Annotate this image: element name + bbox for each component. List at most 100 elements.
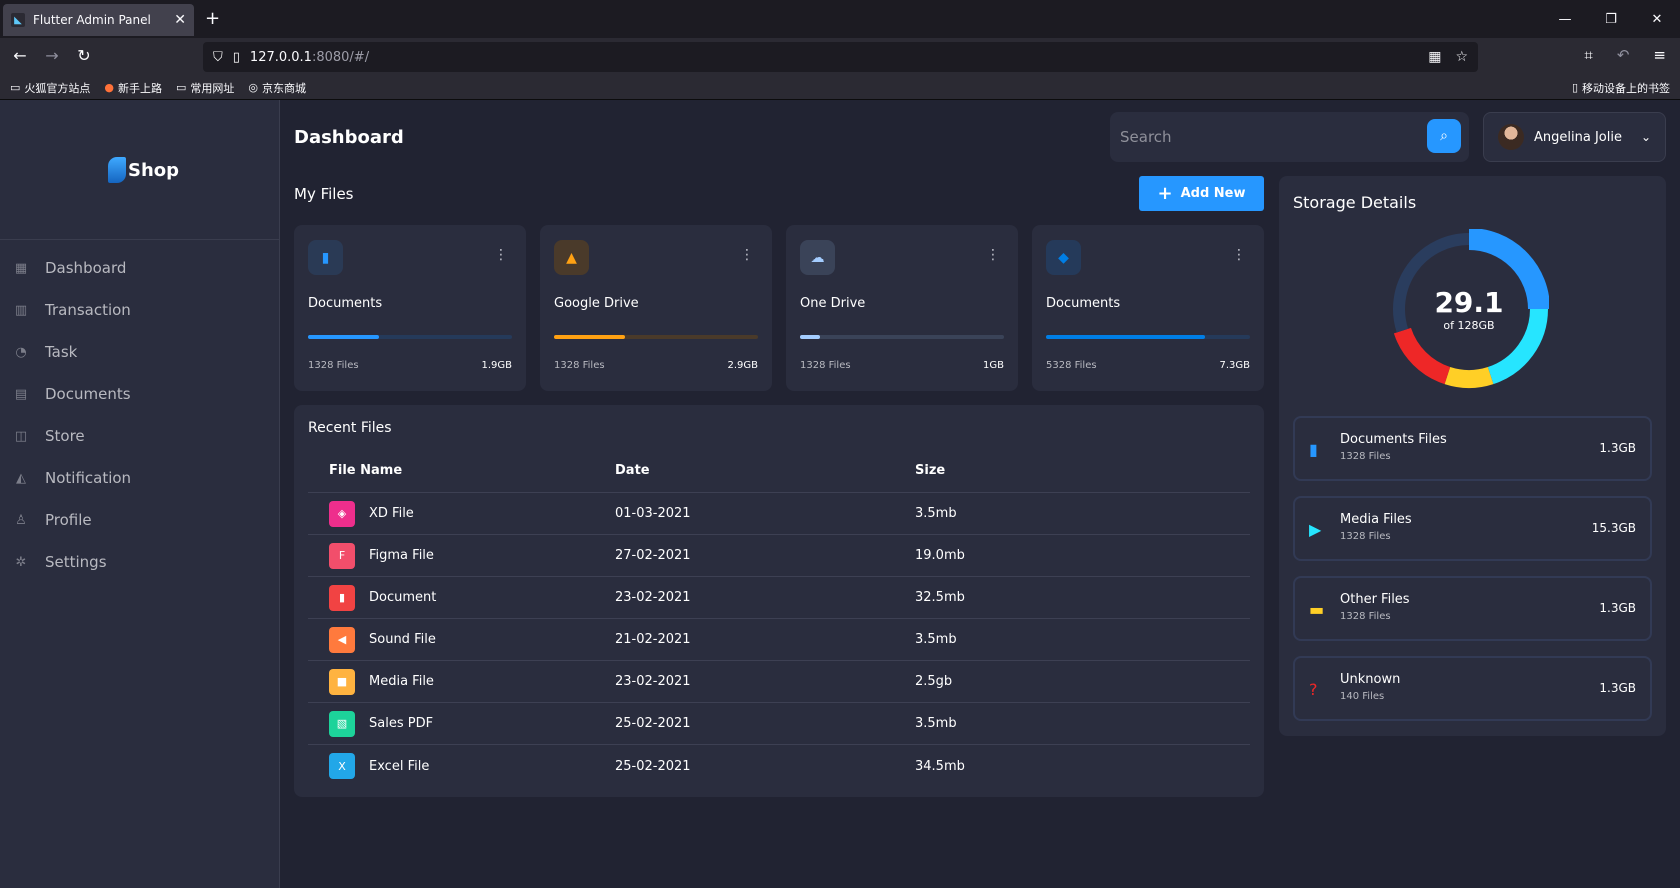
- sidebar-item-settings[interactable]: ✲ Settings: [0, 541, 280, 583]
- page-info-icon[interactable]: ▯: [233, 50, 240, 65]
- donut-center: 29.1 of 128GB: [1389, 286, 1549, 332]
- sidebar-item-dashboard[interactable]: ▦ Dashboard: [0, 247, 280, 289]
- storage-item-unknown[interactable]: ? Unknown 140 Files 1.3GB: [1293, 656, 1652, 721]
- recent-files-title: Recent Files: [308, 420, 392, 436]
- back-icon[interactable]: ←: [9, 46, 31, 65]
- table-row[interactable]: ■ Media File 23-02-2021 2.5gb: [308, 661, 1250, 703]
- main-content: Dashboard ⌕ Angelina Jolie ⌄ My Files + …: [281, 100, 1680, 888]
- more-vert-icon[interactable]: ⋮: [740, 247, 754, 263]
- minimize-icon[interactable]: —: [1542, 0, 1588, 38]
- reload-icon[interactable]: ↻: [73, 46, 95, 65]
- bookmark-item[interactable]: ◎ 京东商城: [248, 80, 306, 96]
- column-header[interactable]: File Name: [308, 463, 615, 478]
- folder-icon: ▬: [1309, 600, 1325, 619]
- table-row[interactable]: F Figma File 27-02-2021 19.0mb: [308, 535, 1250, 577]
- file-card[interactable]: ◆ ⋮ Documents 5328 Files 7.3GB: [1032, 225, 1264, 391]
- file-card[interactable]: ▮ ⋮ Documents 1328 Files 1.9GB: [294, 225, 526, 391]
- bookmark-star-icon[interactable]: ☆: [1455, 49, 1468, 65]
- donut-segment: [1444, 366, 1494, 388]
- document-icon: ▮: [308, 240, 343, 275]
- sidebar-item-task[interactable]: ◔ Task: [0, 331, 280, 373]
- sidebar-item-documents[interactable]: ▤ Documents: [0, 373, 280, 415]
- url-host: 127.0.0.1: [249, 49, 312, 65]
- progress-fill: [554, 335, 626, 339]
- storage-title: Storage Details: [1293, 193, 1417, 212]
- divider: [0, 239, 280, 240]
- column-header[interactable]: Date: [615, 463, 915, 478]
- mobile-icon: ▯: [1571, 81, 1578, 94]
- bookmarks-bar: ▭ 火狐官方站点 ● 新手上路 ▭ 常用网址 ◎ 京东商城 ▯ 移动设备上的书签: [0, 76, 1680, 100]
- card-name: Google Drive: [554, 296, 639, 311]
- sidebar-item-store[interactable]: ◫ Store: [0, 415, 280, 457]
- progress-fill: [308, 335, 380, 339]
- restore-icon[interactable]: ❐: [1588, 0, 1634, 38]
- table-row[interactable]: ◈ XD File 01-03-2021 3.5mb: [308, 493, 1250, 535]
- table-row[interactable]: ▧ Sales PDF 25-02-2021 3.5mb: [308, 703, 1250, 745]
- logo-mark-icon: [108, 157, 126, 183]
- sidebar-item-profile[interactable]: ♙ Profile: [0, 499, 280, 541]
- gear-icon: ✲: [15, 554, 27, 570]
- sidebar-item-notification[interactable]: ◭ Notification: [0, 457, 280, 499]
- progress-fill: [800, 335, 821, 339]
- qr-code-icon[interactable]: ▦: [1428, 49, 1441, 65]
- close-tab-icon[interactable]: ✕: [174, 12, 186, 28]
- new-tab-icon[interactable]: +: [205, 8, 220, 29]
- card-name: Documents: [1046, 296, 1121, 311]
- undo-icon[interactable]: ↶: [1617, 46, 1630, 64]
- progress-bar: [1046, 335, 1250, 339]
- table-row[interactable]: ◀ Sound File 21-02-2021 3.5mb: [308, 619, 1250, 661]
- card-size: 2.9GB: [727, 360, 758, 371]
- forward-icon[interactable]: →: [41, 46, 63, 65]
- firefox-icon: ●: [104, 81, 115, 94]
- plus-icon: +: [1157, 183, 1173, 204]
- folder-icon: ▭: [176, 81, 187, 94]
- progress-bar: [308, 335, 512, 339]
- table-row[interactable]: X Excel File 25-02-2021 34.5mb: [308, 745, 1250, 787]
- storage-total: of 128GB: [1443, 319, 1495, 332]
- storage-used: 29.1: [1434, 286, 1504, 319]
- bag-icon: ◫: [14, 428, 28, 444]
- more-vert-icon[interactable]: ⋮: [494, 247, 508, 263]
- column-header[interactable]: Size: [915, 463, 1115, 478]
- sound-file-icon: ◀: [329, 626, 355, 653]
- more-vert-icon[interactable]: ⋮: [986, 247, 1000, 263]
- search-input[interactable]: [1120, 122, 1420, 152]
- url-path: :8080/#/: [311, 49, 370, 65]
- table-row[interactable]: ▮ Document 23-02-2021 32.5mb: [308, 577, 1250, 619]
- progress-fill: [1046, 335, 1206, 339]
- storage-item-other[interactable]: ▬ Other Files 1328 Files 1.3GB: [1293, 576, 1652, 641]
- sidebar-item-transaction[interactable]: ▥ Transaction: [0, 289, 280, 331]
- add-new-button[interactable]: + Add New: [1139, 176, 1264, 211]
- card-name: Documents: [308, 296, 383, 311]
- browser-tabbar: ◣ Flutter Admin Panel ✕ + — ❐ ✕: [0, 0, 1680, 38]
- logo-text: Shop: [128, 159, 180, 181]
- document-file-icon: ▮: [329, 584, 355, 611]
- url-bar[interactable]: ⛉ ▯ 127.0.0.1:8080/#/ ▦ ☆: [203, 42, 1478, 72]
- browser-navbar: ← → ↻ ⛉ ▯ 127.0.0.1:8080/#/ ▦ ☆ ⌗ ↶ ≡: [0, 38, 1680, 76]
- dropbox-icon: ◆: [1046, 240, 1081, 275]
- shield-icon[interactable]: ⛉: [213, 50, 223, 65]
- bookmark-item[interactable]: ▭ 常用网址: [176, 80, 234, 96]
- grid-icon: ▦: [14, 260, 28, 276]
- bell-icon: ◭: [16, 470, 26, 486]
- profile-card[interactable]: Angelina Jolie ⌄: [1483, 112, 1666, 162]
- storage-item-documents[interactable]: ▮ Documents Files 1328 Files 1.3GB: [1293, 416, 1652, 481]
- logo[interactable]: Shop: [108, 157, 179, 183]
- bookmark-item[interactable]: ● 新手上路: [104, 80, 162, 96]
- browser-tab[interactable]: ◣ Flutter Admin Panel ✕: [3, 4, 194, 36]
- recent-files-panel: Recent Files File Name Date Size ◈ XD Fil…: [294, 405, 1264, 797]
- close-window-icon[interactable]: ✕: [1634, 0, 1680, 38]
- search-button[interactable]: ⌕: [1427, 119, 1461, 153]
- search-box: ⌕: [1110, 112, 1469, 162]
- file-card[interactable]: ☁ ⋮ One Drive 1328 Files 1GB: [786, 225, 1018, 391]
- more-vert-icon[interactable]: ⋮: [1232, 247, 1246, 263]
- menu-icon[interactable]: ≡: [1653, 46, 1666, 64]
- file-card[interactable]: ▲ ⋮ Google Drive 1328 Files 2.9GB: [540, 225, 772, 391]
- bookmark-item[interactable]: ▭ 火狐官方站点: [10, 80, 90, 96]
- google-drive-icon: ▲: [554, 240, 589, 275]
- user-icon: ♙: [15, 512, 27, 528]
- storage-item-media[interactable]: ▶ Media Files 1328 Files 15.3GB: [1293, 496, 1652, 561]
- mobile-bookmarks[interactable]: ▯ 移动设备上的书签: [1572, 80, 1670, 96]
- card-size: 1.9GB: [481, 360, 512, 371]
- crop-icon[interactable]: ⌗: [1584, 46, 1592, 64]
